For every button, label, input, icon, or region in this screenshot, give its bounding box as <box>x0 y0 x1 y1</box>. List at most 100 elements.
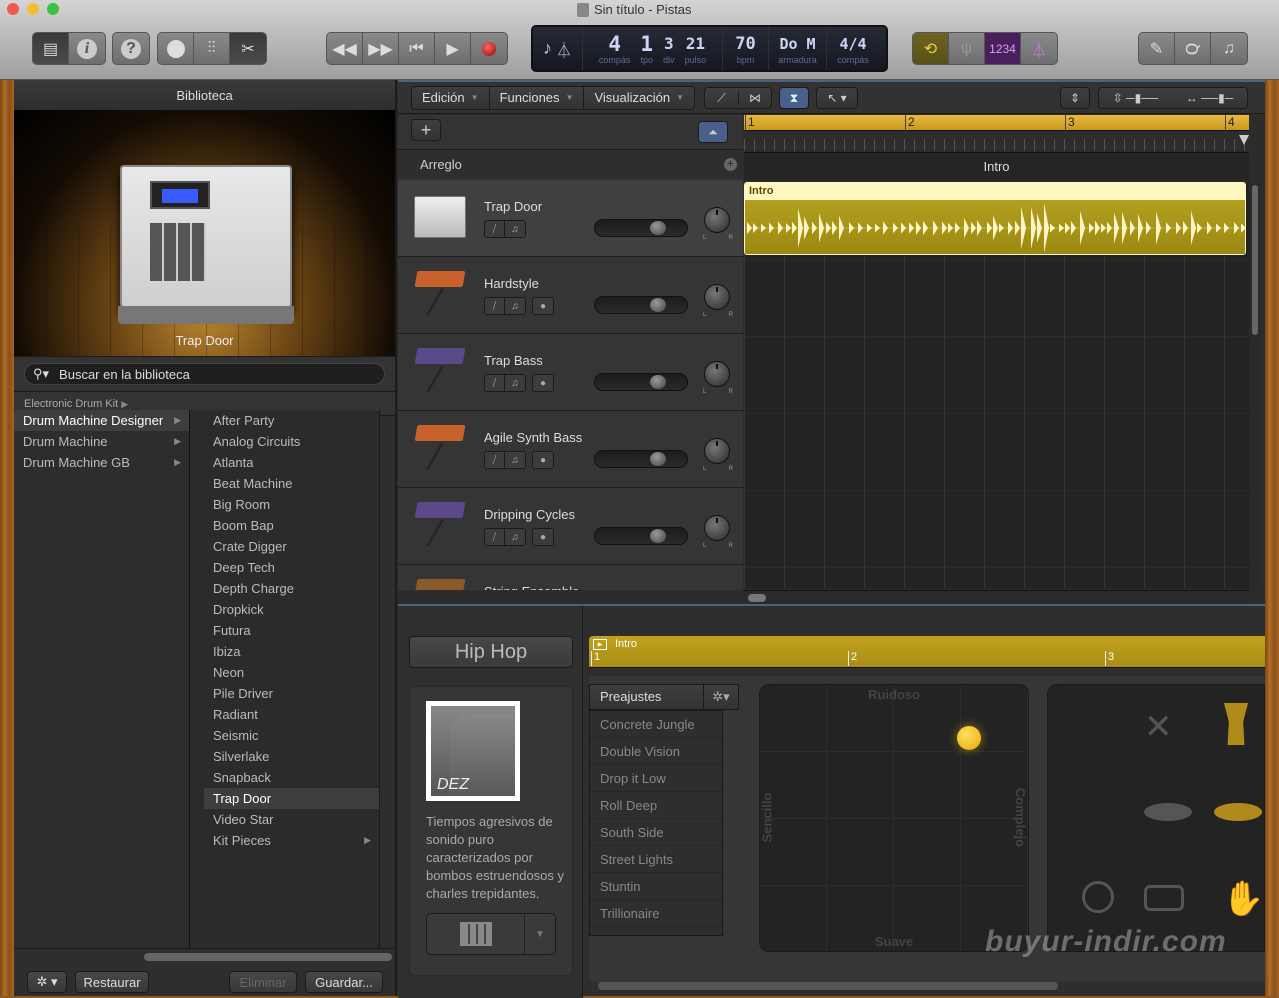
track-header[interactable]: Agile Synth Bass ⧸ ♫ ● L R <box>398 411 743 488</box>
lcd-key[interactable]: Do Marmadura <box>769 27 827 70</box>
scroll-thumb[interactable] <box>748 594 766 602</box>
patch-item[interactable]: Pile Driver <box>204 683 379 704</box>
tracks-vertical-scrollbar[interactable] <box>1250 182 1260 589</box>
metronome-button[interactable]: ⏃ <box>1021 33 1057 64</box>
volume-knob[interactable] <box>649 375 666 389</box>
headphones-icon[interactable]: ♫ <box>505 375 525 391</box>
mute-button[interactable]: ⧸ <box>485 452 505 468</box>
drummer-portrait[interactable]: DEZ <box>426 701 520 801</box>
category-item[interactable]: Drum Machine ▶ <box>14 431 189 452</box>
preset-item[interactable]: Street Lights <box>590 846 722 873</box>
delete-button[interactable]: Eliminar <box>229 971 297 993</box>
lcd-mode[interactable]: ♪ ⏃ <box>533 27 583 70</box>
timeline-ruler[interactable]: 1 2 3 4 <box>744 115 1249 151</box>
lcd-tempo[interactable]: 70 bpm <box>723 27 769 70</box>
conga-icon[interactable] <box>1224 703 1248 745</box>
snap-button[interactable]: ⧗ <box>779 87 809 109</box>
volume-slider[interactable] <box>594 296 688 314</box>
patch-item[interactable]: Neon <box>204 662 379 683</box>
volume-knob[interactable] <box>649 529 666 543</box>
pan-knob[interactable] <box>704 361 730 387</box>
patch-item[interactable]: Trap Door <box>204 788 379 809</box>
patch-item[interactable]: Atlanta <box>204 452 379 473</box>
mixer-button[interactable]: ⫶⫶ <box>194 33 230 64</box>
preset-item[interactable]: Trillionaire <box>590 900 722 927</box>
play-button[interactable]: ▶ <box>435 33 471 64</box>
presets-header[interactable]: Preajustes ✲▾ <box>589 684 739 710</box>
headphones-icon[interactable]: ♫ <box>505 221 525 237</box>
vertical-zoom-slider[interactable]: ⇳ ─▮── <box>1113 91 1159 105</box>
mute-button[interactable]: ⧸ <box>485 375 505 391</box>
headphones-icon[interactable]: ♫ <box>505 529 525 545</box>
volume-slider[interactable] <box>594 450 688 468</box>
record-enable-button[interactable]: ● <box>533 529 553 545</box>
volume-knob[interactable] <box>649 298 666 312</box>
track-header[interactable]: String Ensemble⧸♫●LR <box>398 565 743 590</box>
volume-knob[interactable] <box>649 221 666 235</box>
record-enable-button[interactable]: ● <box>533 375 553 391</box>
pan-knob[interactable] <box>704 207 730 233</box>
info-button[interactable]: i <box>69 33 105 64</box>
preset-item[interactable]: Drop it Low <box>590 765 722 792</box>
loops-button[interactable]: ℺ <box>1175 33 1211 64</box>
fit-tracks-button[interactable]: ⇕ <box>1060 87 1090 109</box>
percussion-sticks-icon[interactable]: ✕ <box>1144 707 1173 747</box>
category-item[interactable]: Drum Machine GB ▶ <box>14 452 189 473</box>
patch-item[interactable]: Ibiza <box>204 641 379 662</box>
track-header[interactable]: Hardstyle ⧸ ♫ ● L R <box>398 257 743 334</box>
cymbal-icon[interactable] <box>1144 803 1192 821</box>
patch-item[interactable]: Seismic <box>204 725 379 746</box>
arrangement-marker[interactable]: Intro <box>744 152 1249 181</box>
menu-edit[interactable]: Edición ▼ <box>412 87 490 109</box>
rewind-button[interactable]: ◀◀ <box>327 33 363 64</box>
minimize-button[interactable] <box>27 3 39 15</box>
record-enable-button[interactable]: ● <box>533 452 553 468</box>
fast-forward-button[interactable]: ▶▶ <box>363 33 399 64</box>
patch-item[interactable]: Depth Charge <box>204 578 379 599</box>
tracks-horizontal-scrollbar[interactable] <box>744 590 1249 604</box>
horizontal-zoom-slider[interactable]: ↔ ──▮─ <box>1186 91 1233 105</box>
preset-item[interactable]: Concrete Jungle <box>590 711 722 738</box>
help-button[interactable]: ? <box>113 33 149 64</box>
smart-controls-button[interactable] <box>158 33 194 64</box>
drummer-region[interactable]: Intro <box>744 182 1246 255</box>
add-track-button[interactable]: + <box>411 119 441 141</box>
gear-icon[interactable]: ✲▾ <box>704 685 738 709</box>
genre-button[interactable]: Hip Hop <box>409 636 573 668</box>
automation-icon[interactable]: ⟋ <box>705 91 738 106</box>
patch-item[interactable]: Big Room <box>204 494 379 515</box>
patch-item[interactable]: Kit Pieces ▶ <box>204 830 379 851</box>
add-arrangement-icon[interactable]: + <box>724 158 737 171</box>
patch-item[interactable]: Silverlake <box>204 746 379 767</box>
patch-item[interactable]: Boom Bap <box>204 515 379 536</box>
restore-button[interactable]: Restaurar <box>75 971 149 993</box>
zoom-button[interactable] <box>47 3 59 15</box>
patch-item[interactable]: Futura <box>204 620 379 641</box>
lcd-position[interactable]: 4 compás 1 tpo 3 div 21 pulso <box>583 27 723 70</box>
kick-drum-icon[interactable] <box>1082 881 1114 913</box>
snare-drum-icon[interactable] <box>1144 885 1184 911</box>
volume-slider[interactable] <box>594 219 688 237</box>
go-to-start-button[interactable]: ⏮ <box>399 33 435 64</box>
xy-puck[interactable] <box>957 726 982 751</box>
pointer-tool-button[interactable]: ↖ ▾ <box>816 87 858 109</box>
patch-item[interactable]: Video Star <box>204 809 379 830</box>
preset-item[interactable]: Roll Deep <box>590 792 722 819</box>
editors-button[interactable]: ✂ <box>230 33 266 64</box>
patch-item[interactable]: Snapback <box>204 767 379 788</box>
library-horizontal-scrollbar[interactable] <box>144 953 392 961</box>
menu-functions[interactable]: Funciones ▼ <box>490 87 585 109</box>
record-enable-button[interactable]: ● <box>533 298 553 314</box>
patch-item[interactable]: Crate Digger <box>204 536 379 557</box>
notepad-button[interactable]: ✎ <box>1139 33 1175 64</box>
mute-button[interactable]: ⧸ <box>485 529 505 545</box>
track-header[interactable]: Trap Door ⧸ ♫ L R <box>398 180 743 257</box>
patch-item[interactable]: Deep Tech <box>204 557 379 578</box>
pan-knob[interactable] <box>704 515 730 541</box>
headphones-icon[interactable]: ♫ <box>505 298 525 314</box>
pan-knob[interactable] <box>704 438 730 464</box>
mute-button[interactable]: ⧸ <box>485 221 505 237</box>
media-browser-button[interactable]: ♫ <box>1211 33 1247 64</box>
patch-item[interactable]: After Party <box>204 410 379 431</box>
clap-icon[interactable]: ✋ <box>1222 879 1264 919</box>
